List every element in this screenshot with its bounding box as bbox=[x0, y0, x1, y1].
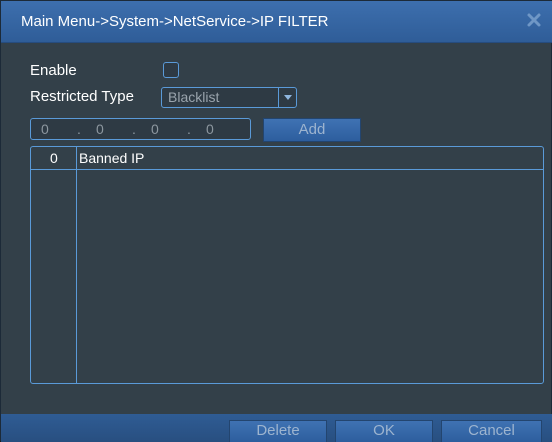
add-button[interactable]: Add bbox=[263, 118, 361, 142]
ip-separator: . bbox=[187, 121, 191, 137]
close-icon bbox=[527, 13, 541, 27]
ip-octet-4[interactable]: 0 bbox=[206, 121, 214, 137]
banned-ip-list[interactable]: 0 Banned IP bbox=[30, 146, 544, 384]
cancel-button[interactable]: Cancel bbox=[441, 420, 542, 442]
ok-button[interactable]: OK bbox=[335, 420, 433, 442]
ip-octet-1[interactable]: 0 bbox=[41, 121, 49, 137]
chevron-down-icon bbox=[283, 94, 292, 100]
column-header-banned-ip: Banned IP bbox=[79, 150, 145, 166]
footer-bar: Delete OK Cancel bbox=[1, 414, 552, 442]
ip-separator: . bbox=[132, 121, 136, 137]
title-bar: Main Menu->System->NetService->IP FILTER bbox=[1, 1, 552, 43]
column-header-index: 0 bbox=[50, 150, 58, 166]
close-button[interactable] bbox=[521, 7, 547, 33]
enable-checkbox[interactable] bbox=[163, 62, 179, 78]
delete-button[interactable]: Delete bbox=[229, 420, 327, 442]
dropdown-arrow[interactable] bbox=[278, 88, 296, 107]
restricted-type-label: Restricted Type bbox=[30, 88, 134, 105]
enable-label: Enable bbox=[30, 62, 77, 79]
ip-filter-window: Main Menu->System->NetService->IP FILTER… bbox=[0, 0, 552, 442]
ip-octet-2[interactable]: 0 bbox=[96, 121, 104, 137]
ip-address-input[interactable]: 0 . 0 . 0 . 0 bbox=[30, 118, 251, 140]
ip-octet-3[interactable]: 0 bbox=[151, 121, 159, 137]
window-title: Main Menu->System->NetService->IP FILTER bbox=[21, 13, 329, 30]
ip-separator: . bbox=[77, 121, 81, 137]
header-divider bbox=[31, 169, 543, 170]
column-divider bbox=[76, 147, 77, 383]
restricted-type-select[interactable]: Blacklist bbox=[161, 87, 297, 108]
restricted-type-value: Blacklist bbox=[168, 89, 220, 105]
